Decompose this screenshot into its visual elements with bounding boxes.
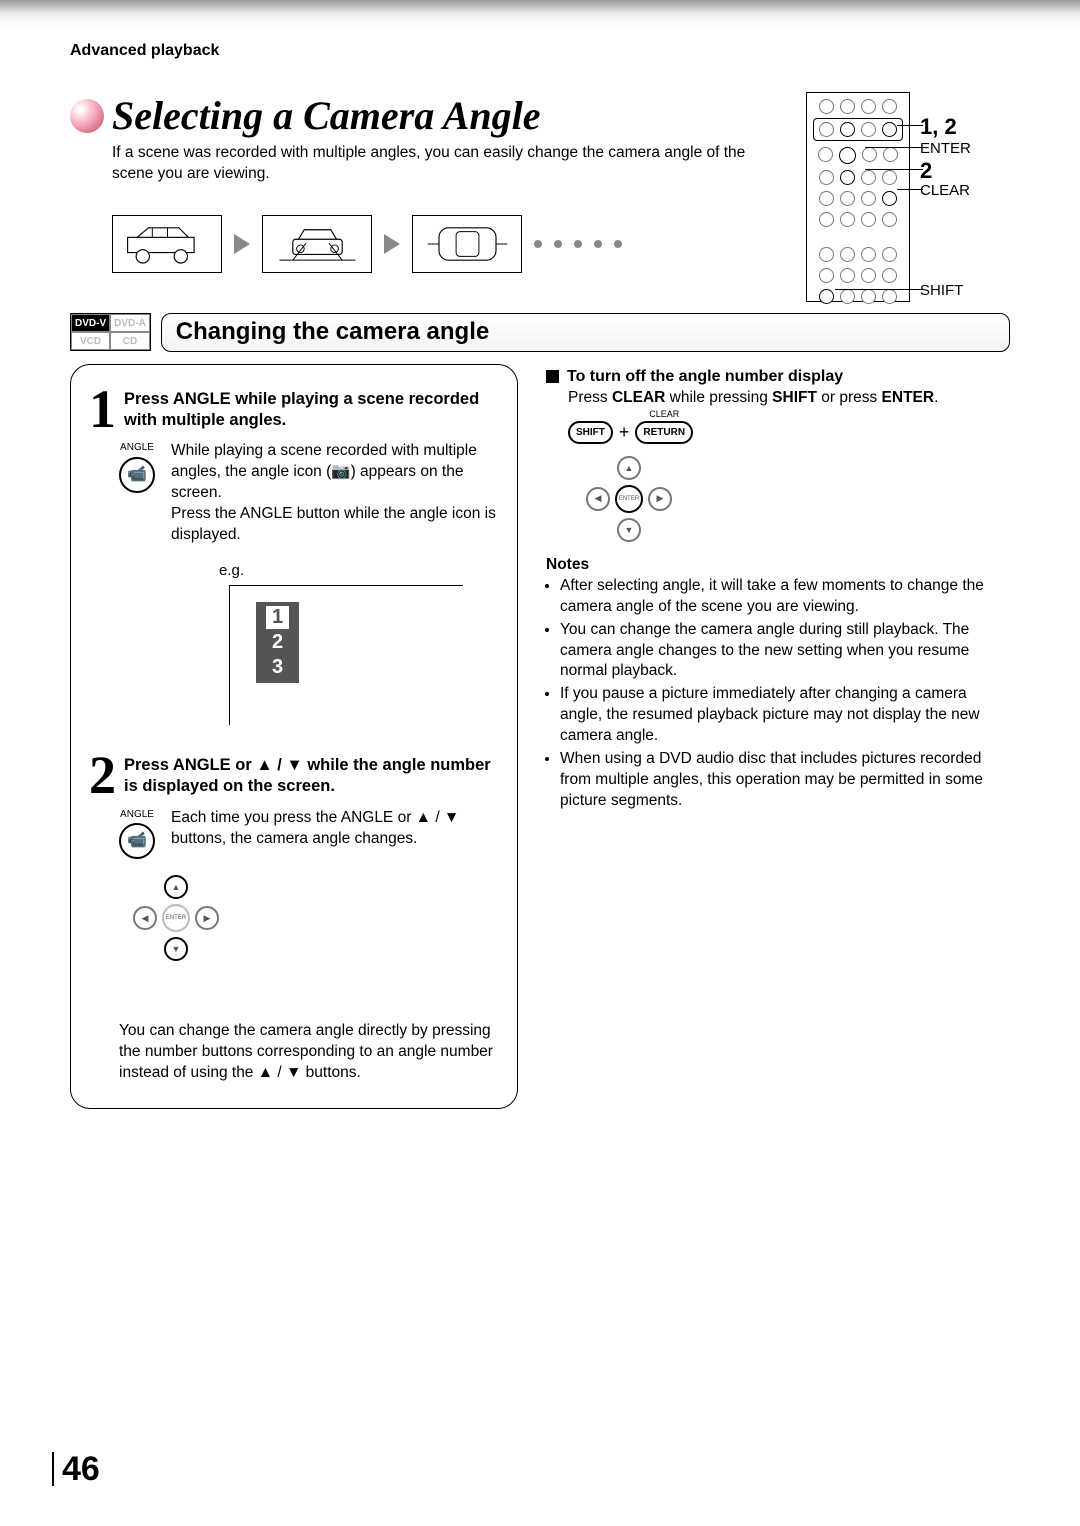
arrow-right-icon xyxy=(384,234,400,254)
turn-off-body: Press CLEAR while pressing SHIFT or pres… xyxy=(568,388,1010,409)
remote-label-step2: 2 xyxy=(920,158,932,184)
dpad-down-icon: ▼ xyxy=(164,937,188,961)
remote-control-diagram xyxy=(806,92,910,302)
remote-label-steps: 1, 2 xyxy=(920,114,957,140)
shift-button-icon: SHIFT xyxy=(568,421,613,444)
list-item: You can change the camera angle during s… xyxy=(560,620,1010,683)
notes-list: After selecting angle, it will take a fe… xyxy=(546,576,1010,812)
disc-type-badges: DVD-V DVD-A VCD CD xyxy=(70,313,151,351)
remote-label-clear: CLEAR xyxy=(920,182,970,199)
bullet-square-icon xyxy=(546,370,559,383)
dpad-up-icon: ▲ xyxy=(164,875,188,899)
dpad-right-icon: ▶ xyxy=(195,906,219,930)
car-front-view-icon xyxy=(262,215,372,273)
step-number-2: 2 xyxy=(89,751,116,800)
example-screen: 1 2 3 xyxy=(229,585,463,725)
angle-button-label: ANGLE xyxy=(120,441,154,455)
dpad-down-icon: ▼ xyxy=(617,518,641,542)
section-title: Changing the camera angle xyxy=(176,318,995,346)
page-number: 46 xyxy=(52,1452,100,1486)
page-title: Selecting a Camera Angle xyxy=(112,92,541,139)
title-decoration-sphere xyxy=(70,99,104,133)
remote-labels: 1, 2 ENTER 2 CLEAR SHIFT xyxy=(920,92,1010,302)
ellipsis-dots-icon xyxy=(534,240,622,248)
dpad-enter-icon: ENTER xyxy=(162,904,190,932)
plus-icon: + xyxy=(619,422,630,443)
shift-clear-combo: SHIFT + CLEAR RETURN xyxy=(568,421,1010,444)
angle-button-label: ANGLE xyxy=(120,808,154,822)
car-side-view-icon xyxy=(112,215,222,273)
list-item: When using a DVD audio disc that include… xyxy=(560,749,1010,812)
camera-angle-illustration xyxy=(112,215,778,273)
remote-label-enter: ENTER xyxy=(920,140,971,157)
badge-dvd-a: DVD-A xyxy=(110,314,150,332)
angle-button-diagram: ANGLE 📹 xyxy=(119,808,155,860)
list-item: 2 xyxy=(266,631,289,654)
list-item: 1 xyxy=(266,606,289,629)
angle-button-diagram: ANGLE 📹 xyxy=(119,441,155,546)
list-item: After selecting angle, it will take a fe… xyxy=(560,576,1010,618)
step-1-heading: Press ANGLE while playing a scene record… xyxy=(124,385,499,434)
example-label: e.g. xyxy=(219,562,499,579)
title-intro: If a scene was recorded with multiple an… xyxy=(112,143,778,185)
step-2-body: Each time you press the ANGLE or ▲ / ▼ b… xyxy=(171,808,499,860)
clear-overlabel: CLEAR xyxy=(649,409,679,419)
dpad-left-icon: ◀ xyxy=(586,487,610,511)
dpad-enter-icon: ENTER xyxy=(615,485,643,513)
list-item: 3 xyxy=(266,656,289,679)
dpad-diagram: ▲ ▼ ◀ ▶ ENTER xyxy=(586,456,672,542)
arrow-right-icon xyxy=(234,234,250,254)
dpad-left-icon: ◀ xyxy=(133,906,157,930)
step-2-extra: You can change the camera angle directly… xyxy=(119,1021,499,1084)
step-1-body: While playing a scene recorded with mult… xyxy=(171,441,499,504)
turn-off-heading: To turn off the angle number display xyxy=(567,368,843,386)
badge-vcd: VCD xyxy=(71,332,110,350)
return-clear-button-icon: CLEAR RETURN xyxy=(635,421,693,444)
dpad-right-icon: ▶ xyxy=(648,487,672,511)
step-2-heading: Press ANGLE or ▲ / ▼ while the angle num… xyxy=(124,751,499,800)
car-top-view-icon xyxy=(412,215,522,273)
angle-number-list: 1 2 3 xyxy=(256,602,299,683)
badge-dvd-v: DVD-V xyxy=(71,314,110,332)
camera-angle-icon: 📹 xyxy=(127,467,147,483)
steps-panel: 1 Press ANGLE while playing a scene reco… xyxy=(70,364,518,1109)
step-1-body2: Press the ANGLE button while the angle i… xyxy=(171,504,499,546)
dpad-up-icon: ▲ xyxy=(617,456,641,480)
breadcrumb: Advanced playback xyxy=(70,42,1010,60)
notes-heading: Notes xyxy=(546,556,1010,574)
list-item: If you pause a picture immediately after… xyxy=(560,684,1010,747)
remote-label-shift: SHIFT xyxy=(920,282,963,299)
step-number-1: 1 xyxy=(89,385,116,434)
camera-angle-icon: 📹 xyxy=(127,833,147,849)
dpad-diagram: ▲ ▼ ◀ ▶ ENTER xyxy=(133,875,219,961)
badge-cd: CD xyxy=(110,332,150,350)
